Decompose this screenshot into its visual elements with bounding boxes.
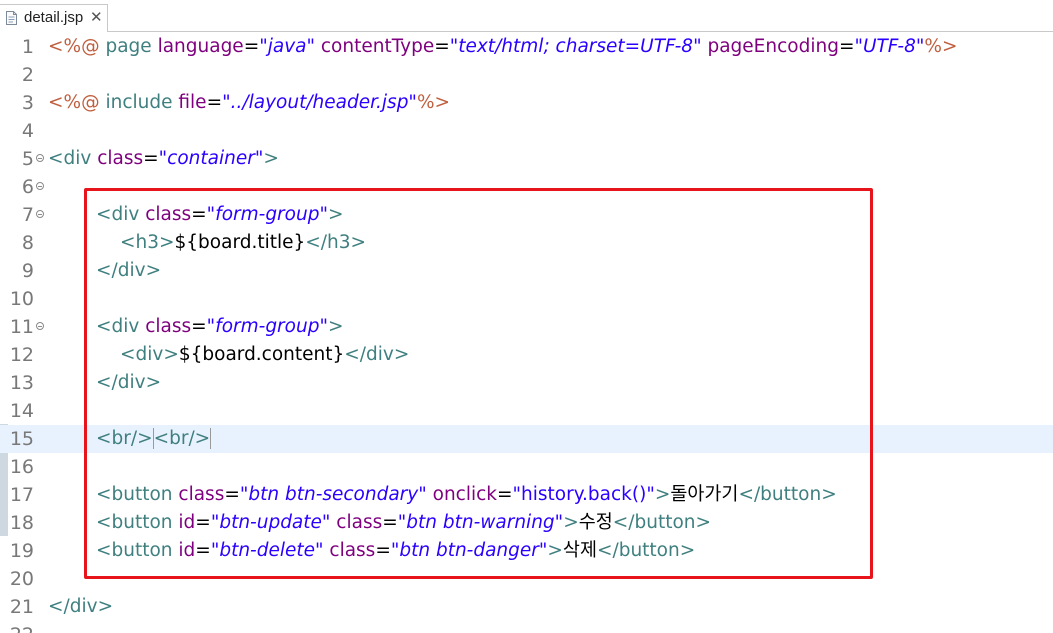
tab-detail-jsp[interactable]: detail.jsp ✕ — [0, 4, 108, 32]
red-annotation-box — [84, 188, 873, 579]
line-number: 2 — [21, 64, 34, 86]
line-number: 21 — [9, 596, 34, 618]
tab-title: detail.jsp — [24, 9, 84, 26]
line-number: 16 — [9, 456, 34, 478]
line-number: 10 — [9, 288, 34, 310]
code-line-1: 1 <%@ page language="java" contentType="… — [0, 33, 1053, 61]
editor-tab-bar: detail.jsp ✕ — [0, 0, 1053, 32]
line-number: 18 — [9, 512, 34, 534]
line-number: 8 — [21, 232, 34, 254]
line-number: 6 — [21, 176, 34, 198]
fold-toggle-icon[interactable] — [36, 322, 44, 330]
line-number: 14 — [9, 400, 34, 422]
line-number: 19 — [9, 540, 34, 562]
code-text: <%@ page language="java" contentType="te… — [48, 36, 958, 57]
line-number: 9 — [21, 260, 34, 282]
fold-toggle-icon[interactable] — [36, 154, 44, 162]
line-number: 13 — [9, 372, 34, 394]
line-number: 20 — [9, 568, 34, 590]
code-line-21: 21 </div> — [0, 593, 1053, 621]
jsp-file-icon — [6, 11, 17, 25]
line-number: 22 — [0, 621, 34, 633]
code-line-5: 5 <div class="container"> — [0, 145, 1053, 173]
line-number: 7 — [21, 204, 34, 226]
code-text: </div> — [48, 596, 114, 617]
code-line-22: 22 — [0, 621, 1053, 633]
line-number: 1 — [21, 36, 34, 58]
line-number: 3 — [21, 92, 34, 114]
line-number: 11 — [9, 316, 34, 338]
code-line-3: 3 <%@ include file="../layout/header.jsp… — [0, 89, 1053, 117]
close-icon[interactable]: ✕ — [90, 8, 103, 26]
fold-toggle-icon[interactable] — [36, 182, 44, 190]
code-line-4: 4 — [0, 117, 1053, 145]
line-number: 12 — [9, 344, 34, 366]
line-number: 5 — [21, 148, 34, 170]
line-number: 15 — [9, 428, 34, 450]
line-number: 17 — [9, 484, 34, 506]
code-text: <%@ include file="../layout/header.jsp"%… — [48, 92, 451, 113]
fold-toggle-icon[interactable] — [36, 210, 44, 218]
code-line-2: 2 — [0, 61, 1053, 89]
line-number: 4 — [21, 120, 34, 142]
code-text: <div class="container"> — [48, 148, 279, 169]
